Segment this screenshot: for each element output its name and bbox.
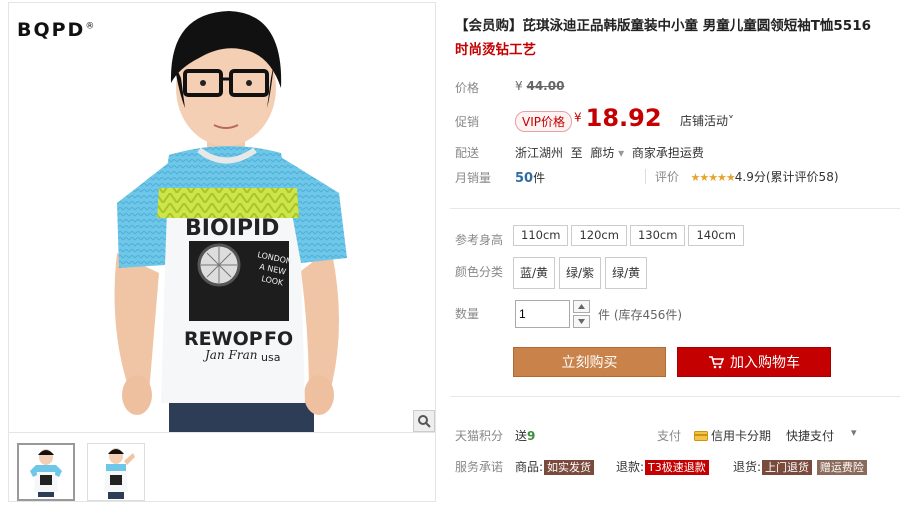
vip-price-tag: VIP价格: [515, 111, 572, 132]
product-gallery: BQPD® BIOIPID LONDON A NEW LOOK REWOP FO…: [8, 2, 436, 502]
shirt-print-jan: Jan Fran: [202, 348, 257, 362]
size-options: 110cm 120cm 130cm 140cm: [513, 225, 747, 246]
shipping-fee: 商家承担运费: [631, 146, 704, 160]
size-option-140[interactable]: 140cm: [688, 225, 744, 246]
ship-from: 浙江湖州: [515, 146, 564, 160]
shipping-label: 配送: [455, 146, 480, 160]
quantity-label: 数量: [455, 307, 480, 321]
price-label: 价格: [455, 81, 480, 95]
quantity-increase-button[interactable]: [573, 300, 590, 313]
buy-now-button[interactable]: 立刻购买: [513, 347, 666, 377]
promo-price: ¥18.92: [574, 104, 662, 132]
badge-doorstep-return: 上门退货: [762, 460, 813, 475]
chevron-down-icon: ▾: [618, 146, 625, 160]
product-title: 【会员购】芘琪泳迪正品韩版童装中小童 男童儿童圆领短袖T恤5516: [455, 18, 871, 34]
shipping-info: 浙江湖州 至 廊坊 ▾ 商家承担运费: [515, 146, 704, 160]
magnifier-icon: [418, 415, 431, 428]
sales-label: 月销量: [455, 171, 492, 185]
chevron-down-icon[interactable]: ▾: [851, 426, 857, 439]
service-return: 退货: 上门退货 赠运费险: [733, 458, 867, 475]
points-label: 天猫积分: [455, 429, 504, 443]
product-info-panel: 【会员购】芘琪泳迪正品韩版童装中小童 男童儿童圆领短袖T恤5516 时尚烫钻工艺…: [450, 0, 900, 506]
thumbnail-2[interactable]: [87, 443, 145, 501]
badge-ship-as-described: 如实发货: [544, 460, 595, 475]
service-label: 服务承诺: [455, 460, 504, 474]
quick-pay-option[interactable]: 快捷支付: [786, 427, 834, 444]
thumbnail-strip: [17, 443, 145, 501]
cart-icon: [709, 356, 724, 369]
color-option-green-purple[interactable]: 绿/紫: [559, 257, 602, 289]
points-value: 送9: [515, 429, 536, 443]
credit-card-icon: [694, 430, 708, 441]
brand-logo: BQPD®: [17, 19, 97, 41]
service-goods: 商品: 如实发货: [515, 458, 595, 475]
review-count-link[interactable]: (累计评价58): [766, 170, 839, 184]
store-activity-dropdown[interactable]: 店铺活动˅: [680, 112, 734, 129]
badge-fast-refund: T3极速退款: [645, 460, 709, 475]
quantity-decrease-button[interactable]: [573, 315, 590, 328]
color-options: 蓝/黄 绿/紫 绿/黄: [513, 257, 651, 289]
svg-text:FO: FO: [264, 328, 293, 350]
add-to-cart-button[interactable]: 加入购物车: [677, 347, 831, 377]
thumbnail-boy-pose-image: [104, 448, 135, 499]
zoom-button[interactable]: [413, 410, 435, 432]
badge-shipping-insurance: 赠运费险: [816, 460, 867, 475]
svg-text:usa: usa: [261, 351, 280, 364]
promo-label: 促销: [455, 115, 480, 129]
stock-info: 件 (库存456件): [598, 308, 683, 322]
boy-in-tshirt-illustration: BIOIPID LONDON A NEW LOOK REWOP FO Jan F…: [114, 11, 347, 432]
divider: [645, 169, 646, 184]
divider: [450, 396, 900, 397]
size-option-130[interactable]: 130cm: [629, 225, 686, 246]
caret-up-icon: [578, 304, 585, 309]
color-option-green-yellow[interactable]: 绿/黄: [605, 257, 648, 289]
size-option-110[interactable]: 110cm: [513, 225, 569, 246]
main-product-photo[interactable]: BQPD® BIOIPID LONDON A NEW LOOK REWOP FO…: [9, 3, 435, 433]
points-payment-row: 天猫积分 送9 支付 信用卡分期 快捷支付 ▾: [450, 423, 900, 447]
star-rating-icon: ★★★★★: [690, 171, 735, 184]
monthly-sales: 50件: [515, 171, 546, 186]
color-label: 颜色分类: [455, 265, 504, 279]
divider: [450, 208, 900, 209]
caret-down-icon: [578, 319, 585, 324]
service-refund: 退款: T3极速退款: [616, 458, 709, 475]
rating-summary[interactable]: 评价 ★★★★★4.9分(累计评价58): [655, 168, 839, 185]
chevron-down-icon: ˅: [728, 114, 735, 128]
shirt-print-rewop: REWOP: [184, 328, 263, 350]
ship-to-dropdown[interactable]: 廊坊 ▾: [590, 146, 624, 160]
thumbnail-1[interactable]: [17, 443, 75, 501]
size-option-120[interactable]: 120cm: [571, 225, 627, 246]
size-label: 参考身高: [455, 233, 504, 247]
thumbnail-boy-front-image: [30, 449, 62, 497]
payment-label: 支付: [657, 429, 682, 443]
product-subtitle: 时尚烫钻工艺: [455, 42, 536, 58]
color-option-blue-yellow[interactable]: 蓝/黄: [513, 257, 556, 289]
quantity-input[interactable]: [515, 300, 570, 328]
credit-installment-option[interactable]: 信用卡分期: [694, 427, 771, 444]
original-price: ¥ 44.00: [515, 79, 565, 93]
shirt-print-title: BIOIPID: [185, 216, 279, 241]
stats-row: 月销量 50件 评价 ★★★★★4.9分(累计评价58): [450, 163, 900, 191]
price-panel: 价格 ¥ 44.00 促销 VIP价格 ¥18.92 店铺活动˅ 配送 浙江湖州…: [450, 67, 900, 195]
